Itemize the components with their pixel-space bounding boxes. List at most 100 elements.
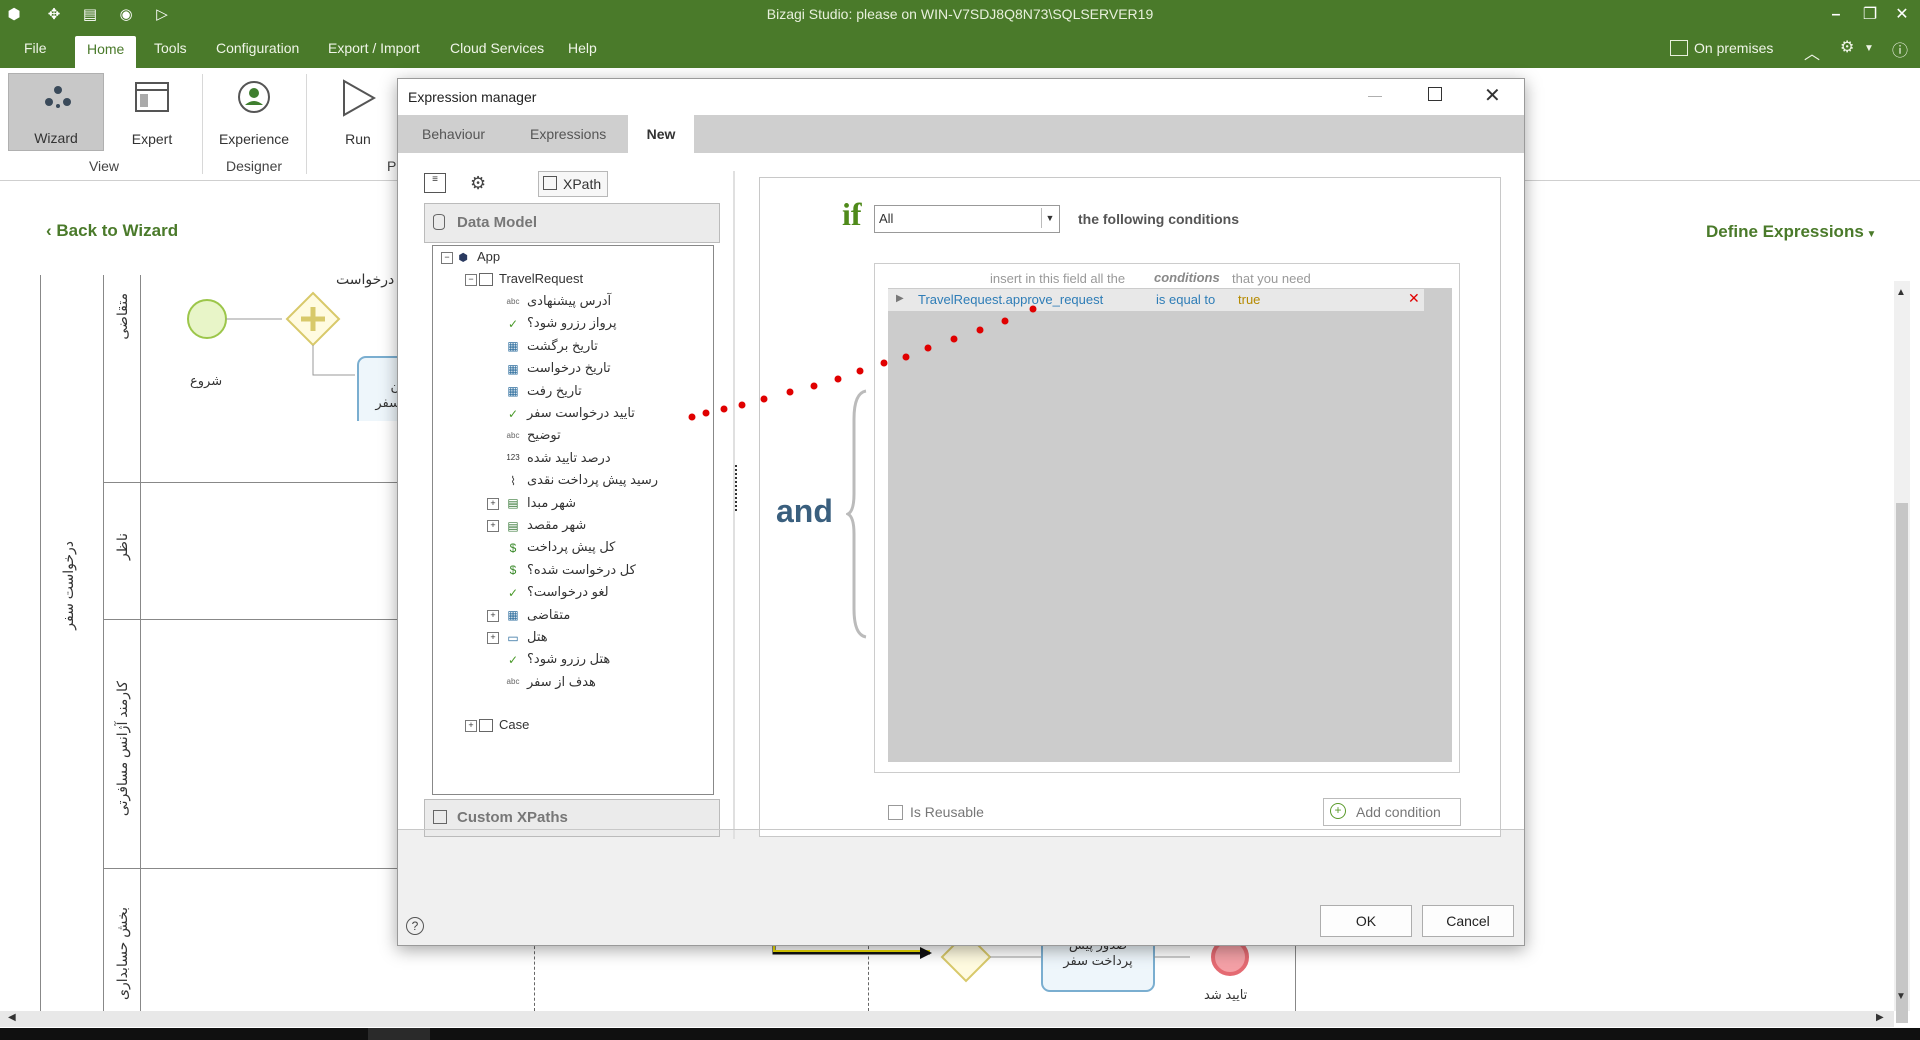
tree-item-field[interactable]: $ کل پیش پرداخت [505, 536, 616, 558]
tree-item-field[interactable]: ✓ تایید درخواست سفر [505, 402, 635, 424]
condition-value[interactable]: true [1238, 292, 1260, 307]
horizontal-scrollbar[interactable]: ◀ ▶ [0, 1011, 1894, 1027]
tree-item-field[interactable]: abc هدف از سفر [505, 671, 596, 693]
add-condition-button[interactable]: + Add condition [1323, 798, 1461, 826]
wizard-label: Wizard [34, 130, 78, 146]
custom-xpath-icon [433, 810, 447, 824]
expand-icon[interactable]: + [465, 720, 477, 732]
back-to-wizard-link[interactable]: ‹ Back to Wizard [46, 221, 178, 241]
cancel-button[interactable]: Cancel [1422, 905, 1514, 937]
help-icon[interactable]: ⓘ [1892, 37, 1908, 61]
scroll-left-icon[interactable]: ◀ [8, 1012, 16, 1023]
help-icon[interactable]: ? [406, 917, 424, 935]
scroll-down-icon[interactable]: ▼ [1896, 991, 1906, 1002]
xpath-icon [543, 176, 557, 190]
dialog-close-button[interactable]: ✕ [1484, 83, 1501, 108]
wizard-button[interactable]: Wizard [8, 73, 104, 151]
expand-icon[interactable]: + [487, 632, 499, 644]
tree-item-field[interactable]: ▤ شهر مقصد [505, 514, 586, 536]
dialog-maximize-button[interactable] [1428, 87, 1442, 101]
menu-help[interactable]: Help [568, 40, 597, 56]
tab-behaviour[interactable]: Behaviour [410, 115, 497, 153]
define-expressions-menu[interactable]: Define Expressions ▼ [1706, 222, 1876, 242]
collapse-icon[interactable]: − [441, 252, 453, 264]
settings-icon[interactable]: ⚙ [1840, 37, 1854, 57]
expand-icon[interactable]: + [487, 520, 499, 532]
run-label: Run [345, 131, 371, 147]
tree-item-field[interactable]: ▦ تاریخ رفت [505, 380, 582, 402]
ok-button[interactable]: OK [1320, 905, 1412, 937]
scroll-up-icon[interactable]: ▲ [1896, 287, 1906, 298]
is-reusable-checkbox[interactable] [888, 805, 903, 820]
dialog-title-bar: Expression manager — ✕ [398, 79, 1524, 115]
expert-button[interactable]: Expert [104, 73, 200, 151]
tree-item-field[interactable]: ✓ هتل رزرو شود؟ [505, 648, 610, 670]
tree-item-travelrequest[interactable]: TravelRequest [479, 268, 583, 290]
check-icon: ✓ [507, 652, 519, 667]
tree-item-label: متقاضی [527, 606, 571, 622]
expand-icon[interactable]: + [487, 497, 499, 510]
experience-label: Experience [218, 131, 290, 147]
if-label: if [842, 196, 862, 232]
tree-item-field[interactable]: 123 درصد تایید شده [505, 447, 610, 469]
tab-new[interactable]: New [628, 115, 694, 153]
xpath-button[interactable]: XPath [538, 171, 608, 197]
tree-item-field[interactable]: abc توضیح [505, 424, 561, 446]
scroll-thumb[interactable] [1896, 503, 1908, 1023]
group-designer-label: Designer [225, 158, 283, 174]
experience-button[interactable]: Experience [206, 73, 302, 151]
database-icon [433, 214, 445, 230]
lane-divider [103, 868, 403, 869]
settings-icon[interactable]: ⚙ [470, 173, 486, 194]
tree-item-field[interactable]: $ کل درخواست شده؟ [505, 559, 636, 581]
menu-export-import[interactable]: Export / Import [328, 40, 420, 56]
end-event-label: تایید شد [1204, 987, 1248, 1002]
custom-xpaths-header[interactable]: Custom XPaths [424, 799, 720, 837]
tree-item-field[interactable]: ✓ لغو درخواست؟ [505, 581, 609, 603]
condition-type-select[interactable]: All ▼ [874, 205, 1060, 233]
condition-operator[interactable]: is equal to [1156, 292, 1215, 307]
collapse-icon[interactable]: − [465, 274, 477, 286]
title-bar: ⬢ ✥ ▤ ◉ ▷ Bizagi Studio: please on WIN-V… [0, 0, 1920, 30]
menu-file[interactable]: File [24, 40, 47, 56]
menu-home[interactable]: Home [75, 36, 137, 68]
check-icon: ✓ [507, 406, 519, 421]
tree-item-field[interactable]: ▦ تاریخ برگشت [505, 335, 598, 357]
menu-configuration[interactable]: Configuration [216, 40, 299, 56]
tree-item-field[interactable]: ▦ متقاضی [505, 604, 570, 626]
dropdown-arrow-icon[interactable]: ▼ [1864, 43, 1874, 54]
check-icon: ✓ [507, 316, 519, 331]
following-conditions-label: the following conditions [1078, 211, 1239, 227]
tree-item-case[interactable]: Case [479, 714, 529, 736]
tab-expressions[interactable]: Expressions [518, 115, 618, 153]
data-model-icon[interactable]: ≡ [424, 173, 446, 193]
close-button[interactable]: ✕ [1888, 3, 1916, 27]
remove-condition-icon[interactable]: ✕ [1408, 290, 1420, 307]
scroll-right-icon[interactable]: ▶ [1876, 1012, 1884, 1023]
run-button[interactable]: Run [310, 73, 406, 151]
menu-cloud-services[interactable]: Cloud Services [450, 40, 544, 56]
tree-item-field[interactable]: ▦ تاریخ درخواست [505, 357, 610, 379]
dialog-minimize-button[interactable]: — [1368, 87, 1382, 103]
tree-item-field[interactable]: ✓ پرواز رزرو شود؟ [505, 312, 617, 334]
on-premises-label[interactable]: On premises [1694, 40, 1773, 56]
experience-icon [238, 81, 270, 113]
tree-item-app[interactable]: ⬢ App [455, 246, 500, 268]
minimize-button[interactable]: – [1822, 3, 1850, 27]
tree-item-field[interactable]: ▭ هتل [505, 626, 547, 648]
abc-icon: abc [506, 677, 520, 687]
tree-item-field[interactable]: ▤ شهر مبدا [505, 492, 576, 514]
tree-item-label: تاریخ رفت [527, 382, 582, 398]
tree-item-label: لغو درخواست؟ [527, 584, 609, 600]
footer-divider [398, 829, 1524, 830]
expand-icon[interactable]: + [487, 609, 499, 622]
menu-tools[interactable]: Tools [154, 40, 187, 56]
dashed-line [534, 941, 536, 1011]
cube-icon: ⬢ [458, 251, 468, 264]
tree-item-field[interactable]: abc آدرس پیشنهادی [505, 290, 612, 312]
restore-button[interactable]: ❐ [1856, 3, 1884, 27]
taskbar-item[interactable] [368, 1028, 430, 1040]
collapse-ribbon-icon[interactable]: ︿ [1804, 40, 1820, 64]
vertical-scrollbar[interactable]: ▲ ▼ [1894, 281, 1910, 1023]
lane-divider [103, 482, 403, 483]
